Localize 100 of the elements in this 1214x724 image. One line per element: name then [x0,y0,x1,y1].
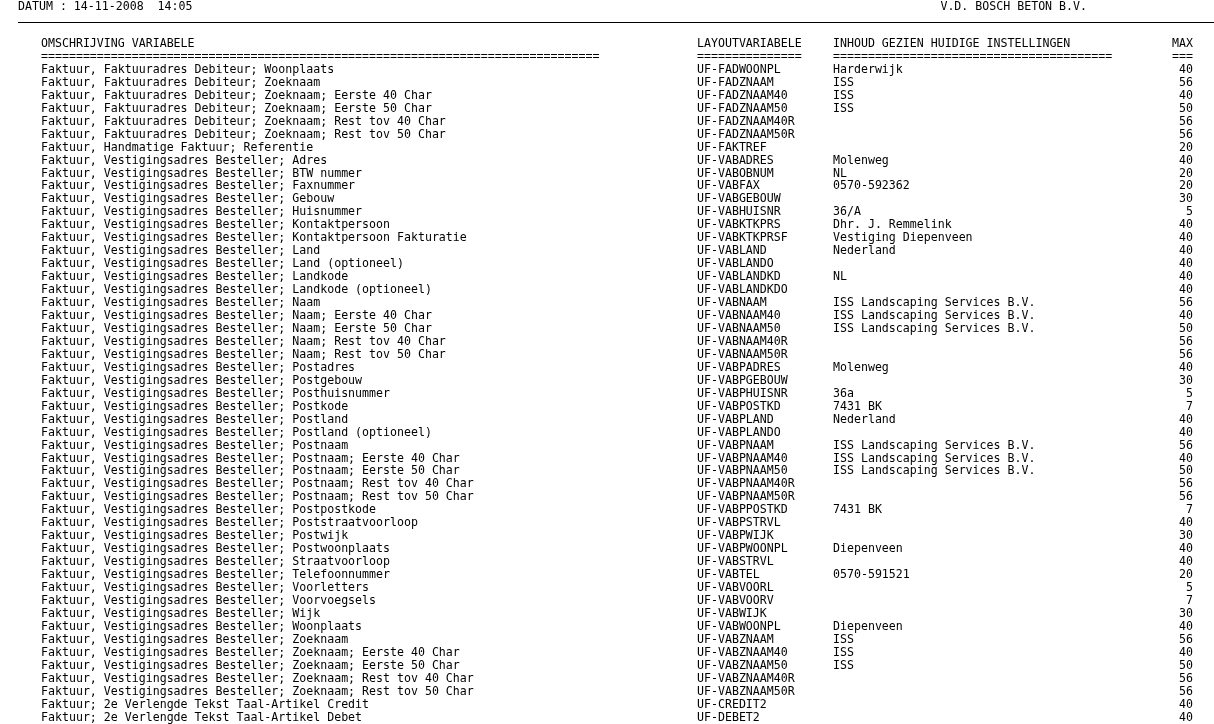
table-cell: UF-FADZNAAM40R [697,114,795,128]
table-cell: Faktuur, Vestigingsadres Besteller; Telefoonnummer [41,568,390,582]
table-cell: Faktuur, Faktuuradres Debiteur; Zoeknaam; Rest tov 50 Char [41,127,446,141]
table-cell: 56 [1179,477,1193,491]
table-cell: 50 [1179,321,1193,335]
table-cell: Faktuur, Vestigingsadres Besteller; Poststraatvoorloop [41,516,418,530]
table-cell: Faktuur, Vestigingsadres Besteller; Postwijk [41,529,349,543]
table-cell: UF-FADWOONPL [697,62,781,76]
table-cell: 56 [1179,438,1193,452]
table-cell: Faktuur, Vestigingsadres Besteller; Postland (optioneel) [41,425,432,439]
table-cell: 40 [1179,244,1193,258]
table-cell: Faktuur, Vestigingsadres Besteller; Zoeknaam; Rest tov 50 Char [41,684,474,698]
table-cell: Faktuur, Vestigingsadres Besteller; Postpostkode [41,503,377,517]
table-cell: UF-VABLAND [697,244,767,258]
table-cell: 36a [833,386,854,400]
company-name: V.D. BOSCH BETON B.V. [940,0,1087,15]
table-cell: Molenweg [833,360,889,374]
table-cell: UF-VABNAAM50R [697,347,788,361]
table-cell: Faktuur, Vestigingsadres Besteller; Kontaktpersoon Fakturatie [41,231,467,245]
table-cell: Molenweg [833,153,889,167]
table-cell: 40 [1179,697,1193,711]
table-cell: Faktuur, Vestigingsadres Besteller; Zoeknaam; Eerste 40 Char [41,645,460,659]
table-cell: 56 [1179,296,1193,309]
table-cell: UF-VABPOSTKD [697,399,781,413]
table-cell: 40 [1179,88,1193,102]
table-cell: ISS [833,632,854,646]
table-cell: ISS [833,658,854,672]
header-underline: === [1172,49,1193,63]
table-cell: UF-VABLANDKDO [697,283,788,297]
table-cell: Faktuur, Vestigingsadres Besteller; Postkode [41,399,349,413]
table-cell: 40 [1179,542,1193,556]
header-underline: ================================================================================ [41,49,600,63]
table-cell: Faktuur, Vestigingsadres Besteller; Naam; Eerste 50 Char [41,321,432,335]
table-cell: UF-VABZNAAM [697,632,774,646]
table-cell: 56 [1179,334,1193,348]
table-cell: 56 [1179,75,1193,89]
table-cell: 30 [1179,373,1193,387]
table-cell: UF-VABPNAAM40R [697,477,795,491]
table-cell: UF-VABWOONPL [697,619,781,633]
table-cell: 40 [1179,425,1193,439]
table-cell: 56 [1179,632,1193,646]
table-cell: UF-VABZNAAM50 [697,658,788,672]
table-cell: UF-VABPNAAM40 [697,451,788,465]
table-cell: 20 [1179,568,1193,582]
column-header: INHOUD GEZIEN HUIDIGE INSTELLINGEN [833,37,1071,50]
table-cell: UF-FADZNAAM50 [697,101,788,115]
table-cell: UF-VABPNAAM50R [697,490,795,504]
table-cell: UF-FAKTREF [697,140,767,154]
table-cell: UF-VABPHUISNR [697,386,788,400]
table-cell: 40 [1179,283,1193,297]
table-cell: 36/A [833,205,861,219]
table-cell: 40 [1179,218,1193,232]
table-cell: Faktuur, Vestigingsadres Besteller; Kontaktpersoon [41,218,390,232]
table-cell: 30 [1179,529,1193,543]
table-cell: Faktuur, Vestigingsadres Besteller; Huisnummer [41,205,363,219]
table-cell: UF-VABPWOONPL [697,542,788,556]
table-cell: Faktuur, Handmatige Faktuur; Referentie [41,140,314,154]
table-cell: Faktuur, Vestigingsadres Besteller; Straatvoorloop [41,555,390,569]
table-cell: UF-VABVOORV [697,594,774,607]
table-cell: Nederland [833,244,896,258]
table-cell: Faktuur, Vestigingsadres Besteller; Voorletters [41,581,370,594]
table-cell: ISS [833,101,854,115]
table-cell: ISS Landscaping Services B.V. [833,451,1036,465]
table-cell: 40 [1179,309,1193,322]
table-cell: 50 [1179,658,1193,672]
table-cell: UF-VABPPOSTKD [697,503,788,517]
table-cell: Faktuur, Vestigingsadres Besteller; Postnaam; Rest tov 50 Char [41,490,474,504]
table-cell: 40 [1179,451,1193,465]
table-cell: UF-VABPNAAM [697,438,774,452]
table-cell: UF-FADZNAAM [697,75,774,89]
table-cell: Faktuur, Vestigingsadres Besteller; Voorvoegsels [41,594,377,607]
table-cell: Diepenveen [833,619,903,633]
table-cell: 30 [1179,192,1193,206]
table-cell: ISS [833,88,854,102]
table-cell: 0570-591521 [833,568,910,582]
table-cell: Faktuur, Vestigingsadres Besteller; Postnaam [41,438,349,452]
table-cell: Faktuur, Vestigingsadres Besteller; Zoeknaam; Eerste 50 Char [41,658,460,672]
table-cell: 56 [1179,671,1193,685]
table-cell: UF-VABZNAAM40 [697,645,788,659]
table-cell: UF-VABKTKPRS [697,218,781,232]
table-cell: Dhr. J. Remmelink [833,218,952,232]
table-cell: UF-VABNAAM40R [697,334,788,348]
table-cell: 20 [1179,179,1193,193]
table-cell: ISS Landscaping Services B.V. [833,309,1036,322]
table-cell: Faktuur, Vestigingsadres Besteller; Woonplaats [41,619,363,633]
table-cell: 40 [1179,153,1193,167]
table-cell: UF-VABPNAAM50 [697,464,788,478]
table-cell: Faktuur, Vestigingsadres Besteller; Landkode (optioneel) [41,283,432,297]
table-cell: UF-VABLANDKD [697,270,781,284]
table-cell: UF-CREDIT2 [697,697,767,711]
table-cell: 40 [1179,516,1193,530]
table-cell: Faktuur, Vestigingsadres Besteller; Postnaam; Eerste 50 Char [41,464,460,478]
table-cell: UF-VABPLANDO [697,425,781,439]
table-cell: UF-VABNAAM40 [697,309,781,322]
table-cell: ISS [833,75,854,89]
table-cell: Faktuur, Vestigingsadres Besteller; Naam; Rest tov 40 Char [41,334,446,348]
table-cell: Faktuur, Vestigingsadres Besteller; Naam; Rest tov 50 Char [41,347,446,361]
table-cell: 50 [1179,101,1193,115]
table-cell: Faktuur, Vestigingsadres Besteller; Adres [41,153,328,167]
table-cell: UF-FADZNAAM50R [697,127,795,141]
